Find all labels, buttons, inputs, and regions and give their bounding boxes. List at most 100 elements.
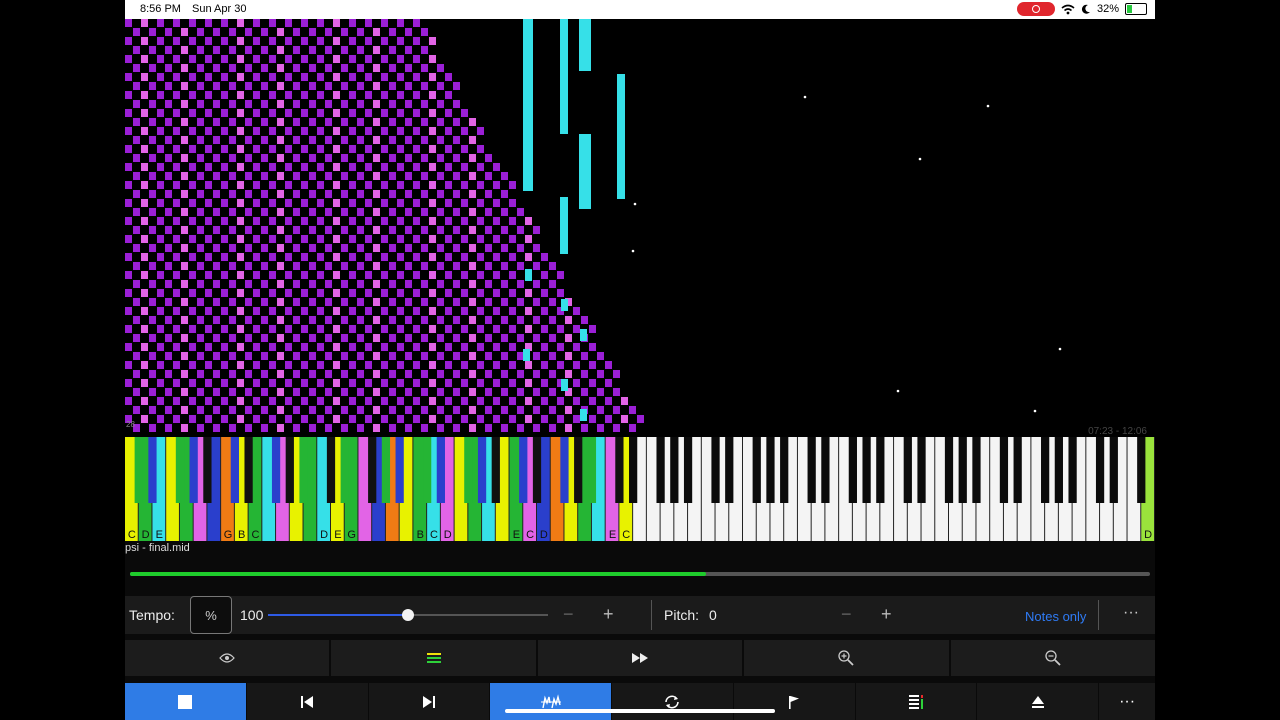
black-key[interactable] (807, 437, 816, 503)
black-key[interactable] (436, 437, 445, 503)
black-key[interactable] (1068, 437, 1077, 503)
track-colors-button[interactable] (331, 640, 536, 676)
black-key[interactable] (271, 437, 281, 503)
note-block (253, 325, 260, 333)
black-key[interactable] (821, 437, 830, 503)
black-key[interactable] (587, 437, 597, 503)
visibility-button[interactable] (125, 640, 330, 676)
marker-button[interactable] (733, 683, 855, 720)
speed-button[interactable] (537, 640, 743, 676)
black-key[interactable] (876, 437, 885, 503)
note-block (173, 127, 180, 135)
black-key[interactable] (670, 437, 679, 503)
black-key[interactable] (395, 437, 404, 503)
note-block (357, 262, 364, 270)
black-key[interactable] (285, 437, 294, 503)
black-key[interactable] (1109, 437, 1118, 503)
note-block (421, 280, 428, 288)
more-options-button[interactable]: ··· (1123, 604, 1139, 622)
previous-button[interactable] (246, 683, 368, 720)
black-key[interactable] (1013, 437, 1022, 503)
black-key[interactable] (574, 437, 583, 503)
black-key[interactable] (683, 437, 693, 503)
key-label: B (417, 529, 424, 541)
black-key[interactable] (615, 437, 624, 503)
black-key[interactable] (848, 437, 857, 503)
piano-keys[interactable]: CDEGBCDEGBCDECDECD (125, 437, 1155, 541)
black-key[interactable] (903, 437, 912, 503)
black-key[interactable] (532, 437, 542, 503)
black-key[interactable] (368, 437, 377, 503)
stop-button[interactable] (125, 683, 246, 720)
track-list-button[interactable] (855, 683, 977, 720)
piano-keyboard[interactable]: CDEGBCDEGBCDECDECD (125, 437, 1155, 541)
black-key[interactable] (656, 437, 665, 503)
pitch-plus-button[interactable]: + (881, 604, 892, 625)
black-key[interactable] (244, 437, 253, 503)
loop-button[interactable] (612, 683, 733, 720)
note-block (309, 190, 316, 198)
next-button[interactable] (368, 683, 490, 720)
black-key[interactable] (862, 437, 871, 503)
black-key[interactable] (491, 437, 500, 503)
note-block (573, 307, 580, 315)
eject-button[interactable] (977, 683, 1099, 720)
key-label: E (513, 529, 520, 541)
star (1058, 347, 1062, 351)
black-key[interactable] (299, 437, 308, 503)
note-block (525, 235, 532, 243)
black-key[interactable] (766, 437, 775, 503)
black-key[interactable] (629, 437, 638, 503)
black-key[interactable] (464, 437, 473, 503)
black-key[interactable] (752, 437, 761, 503)
tempo-percent-button[interactable]: % (190, 596, 232, 634)
black-key[interactable] (1054, 437, 1063, 503)
notes-only-button[interactable]: Notes only (1025, 609, 1086, 624)
note-block (205, 19, 212, 27)
tempo-plus-button[interactable]: + (603, 604, 614, 625)
note-block (405, 334, 412, 342)
note-block (445, 91, 452, 99)
black-key[interactable] (725, 437, 734, 503)
black-key[interactable] (780, 437, 789, 503)
black-key[interactable] (917, 437, 926, 503)
transport-more-button[interactable]: ··· (1099, 683, 1155, 720)
note-block (173, 181, 180, 189)
black-key[interactable] (423, 437, 432, 503)
tempo-minus-button[interactable]: − (563, 604, 574, 625)
black-key[interactable] (711, 437, 720, 503)
black-key[interactable] (175, 437, 185, 503)
playback-progress-bar[interactable] (130, 572, 1150, 576)
black-key[interactable] (999, 437, 1009, 503)
black-key[interactable] (1095, 437, 1105, 503)
zoom-out-button[interactable] (950, 640, 1155, 676)
tempo-slider-thumb[interactable] (402, 609, 414, 621)
black-key[interactable] (148, 437, 157, 503)
black-key[interactable] (189, 437, 198, 503)
black-key[interactable] (560, 437, 569, 503)
black-key[interactable] (944, 437, 954, 503)
black-key[interactable] (972, 437, 981, 503)
hands-mode-button[interactable] (490, 683, 612, 720)
zoom-in-button[interactable] (744, 640, 949, 676)
pitch-minus-button[interactable]: − (841, 604, 852, 625)
black-key[interactable] (340, 437, 349, 503)
black-key[interactable] (519, 437, 528, 503)
black-key[interactable] (477, 437, 487, 503)
black-key[interactable] (958, 437, 967, 503)
screen-recording-icon[interactable] (1016, 2, 1055, 16)
tempo-slider[interactable] (268, 609, 548, 621)
black-key[interactable] (230, 437, 239, 503)
note-block (317, 289, 324, 297)
black-key[interactable] (326, 437, 336, 503)
black-key[interactable] (134, 437, 143, 503)
note-block (373, 298, 380, 306)
black-key[interactable] (203, 437, 212, 503)
note-block (437, 406, 444, 414)
home-indicator[interactable] (505, 709, 775, 713)
note-block (237, 235, 244, 243)
note-block (165, 154, 172, 162)
black-key[interactable] (1041, 437, 1050, 503)
black-key[interactable] (381, 437, 391, 503)
black-key[interactable] (1137, 437, 1146, 503)
